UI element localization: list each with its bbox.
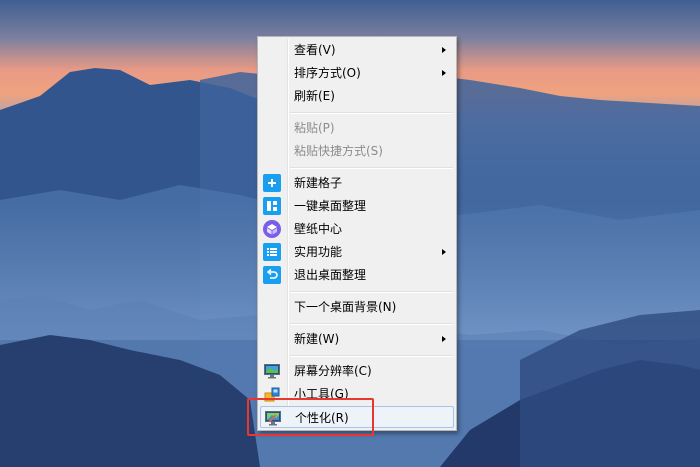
menu-item-next-background[interactable]: 下一个桌面背景(N) bbox=[260, 296, 454, 318]
menu-item-label: 实用功能 bbox=[294, 245, 343, 259]
menu-item-one-click-organize[interactable]: 一键桌面整理 bbox=[260, 195, 454, 217]
layout-grid-icon bbox=[263, 197, 281, 215]
menu-item-label: 查看(V) bbox=[294, 43, 336, 57]
menu-item-utilities[interactable]: 实用功能 bbox=[260, 241, 454, 263]
menu-item-wallpaper-center[interactable]: 壁纸中心 bbox=[260, 218, 454, 240]
menu-item-label: 壁纸中心 bbox=[294, 222, 343, 236]
menu-item-label: 刷新(E) bbox=[294, 89, 335, 103]
menu-item-label: 粘贴快捷方式(S) bbox=[294, 144, 383, 158]
menu-separator bbox=[290, 167, 453, 169]
menu-item-label: 新建(W) bbox=[294, 332, 340, 346]
monitor-icon bbox=[263, 362, 281, 380]
exit-icon bbox=[263, 266, 281, 284]
menu-item-screen-resolution[interactable]: 屏幕分辨率(C) bbox=[260, 360, 454, 382]
menu-item-refresh[interactable]: 刷新(E) bbox=[260, 85, 454, 107]
menu-item-new[interactable]: 新建(W) bbox=[260, 328, 454, 350]
annotation-highlight-box bbox=[247, 398, 374, 436]
submenu-arrow-icon bbox=[442, 70, 446, 76]
menu-item-label: 屏幕分辨率(C) bbox=[294, 364, 372, 378]
menu-item-label: 新建格子 bbox=[294, 176, 343, 190]
menu-item-new-fence[interactable]: 新建格子 bbox=[260, 172, 454, 194]
menu-item-label: 退出桌面整理 bbox=[294, 268, 367, 282]
menu-item-paste[interactable]: 粘贴(P) bbox=[260, 117, 454, 139]
menu-separator bbox=[290, 112, 453, 114]
menu-separator bbox=[290, 355, 453, 357]
menu-item-label: 粘贴(P) bbox=[294, 121, 335, 135]
menu-item-paste-shortcut[interactable]: 粘贴快捷方式(S) bbox=[260, 140, 454, 162]
desktop-context-menu: 查看(V) 排序方式(O) 刷新(E) 粘贴(P) 粘贴快捷方式(S) 新建格子… bbox=[257, 36, 457, 431]
menu-separator bbox=[290, 291, 453, 293]
submenu-arrow-icon bbox=[442, 47, 446, 53]
menu-item-view[interactable]: 查看(V) bbox=[260, 39, 454, 61]
menu-item-exit-organize[interactable]: 退出桌面整理 bbox=[260, 264, 454, 286]
menu-item-label: 排序方式(O) bbox=[294, 66, 361, 80]
menu-item-label: 下一个桌面背景(N) bbox=[294, 300, 397, 314]
menu-separator bbox=[290, 323, 453, 325]
menu-item-sort-by[interactable]: 排序方式(O) bbox=[260, 62, 454, 84]
list-icon bbox=[263, 243, 281, 261]
submenu-arrow-icon bbox=[442, 249, 446, 255]
submenu-arrow-icon bbox=[442, 336, 446, 342]
menu-item-label: 一键桌面整理 bbox=[294, 199, 367, 213]
cube-icon bbox=[263, 220, 281, 238]
plus-icon bbox=[263, 174, 281, 192]
